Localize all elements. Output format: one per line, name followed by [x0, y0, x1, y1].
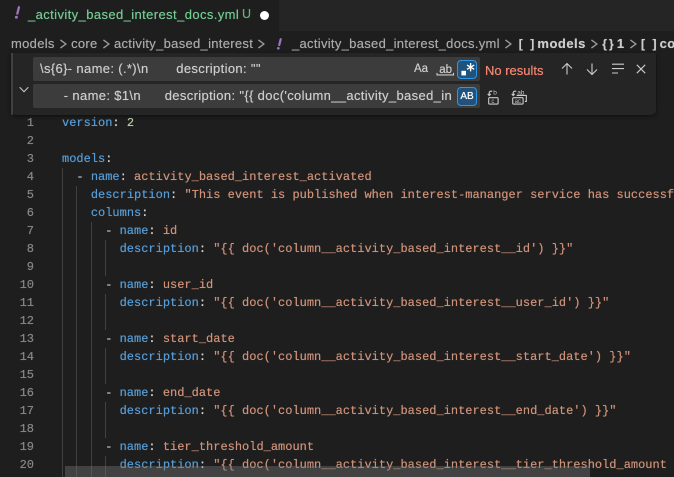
- svg-text:b: b: [493, 89, 497, 96]
- svg-text:ac: ac: [514, 99, 520, 105]
- svg-text:ab: ab: [439, 64, 452, 76]
- svg-text:c: c: [491, 99, 494, 105]
